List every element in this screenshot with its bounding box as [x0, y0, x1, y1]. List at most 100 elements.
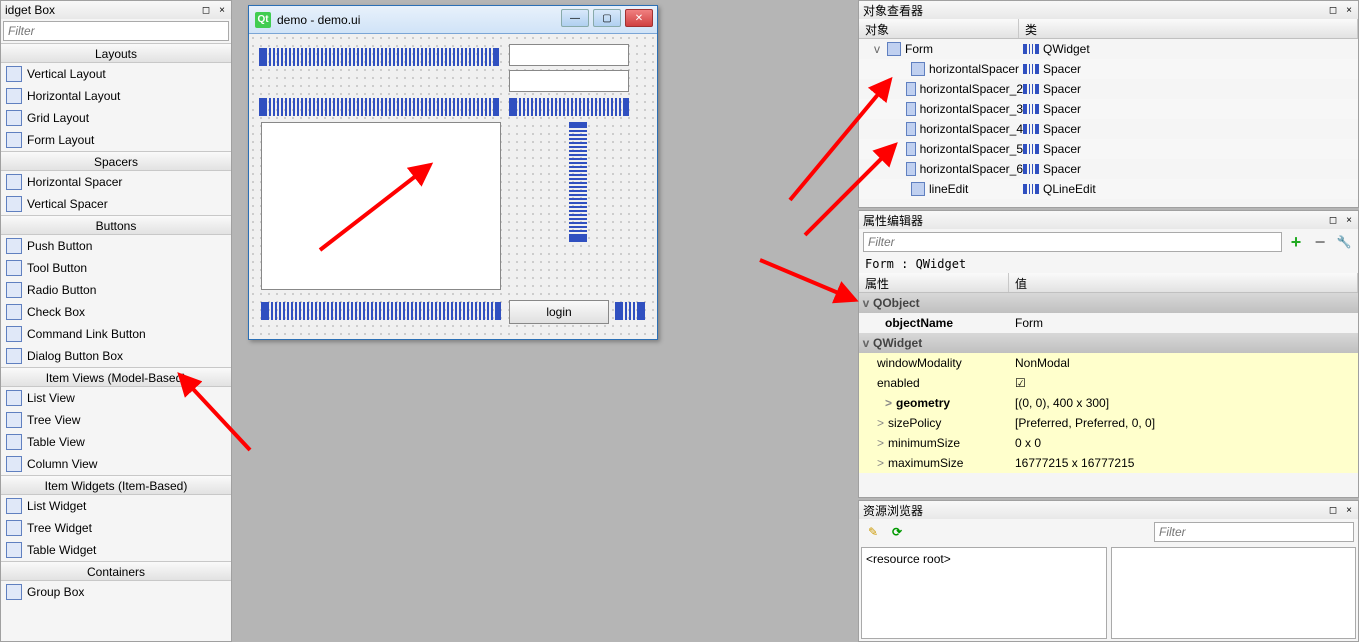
- dock-close-icon[interactable]: ×: [1342, 503, 1356, 517]
- property-editor-titlebar[interactable]: 属性编辑器 ◻ ×: [859, 211, 1358, 229]
- property-header-value[interactable]: 值: [1009, 273, 1358, 292]
- object-tree-row[interactable]: horizontalSpacer_2Spacer: [859, 79, 1358, 99]
- property-value[interactable]: [Preferred, Preferred, 0, 0]: [1009, 416, 1358, 430]
- property-row[interactable]: vQWidget: [859, 333, 1358, 353]
- widget-category[interactable]: Layouts: [1, 43, 231, 63]
- property-value[interactable]: 16777215 x 16777215: [1009, 456, 1358, 470]
- dock-float-icon[interactable]: ◻: [199, 3, 213, 17]
- property-row[interactable]: >minimumSize0 x 0: [859, 433, 1358, 453]
- property-row[interactable]: vQObject: [859, 293, 1358, 313]
- designer-form-window[interactable]: Qt demo - demo.ui — ▢ ✕ login: [248, 5, 658, 340]
- property-row[interactable]: enabled☑: [859, 373, 1358, 393]
- resource-filter-input[interactable]: [1154, 522, 1354, 542]
- widget-item[interactable]: List Widget: [1, 495, 231, 517]
- widget-item[interactable]: Form Layout: [1, 129, 231, 151]
- property-value[interactable]: ☑: [1009, 376, 1358, 390]
- widget-item[interactable]: Grid Layout: [1, 107, 231, 129]
- property-name[interactable]: >sizePolicy: [859, 416, 1009, 430]
- horizontal-spacer[interactable]: [259, 48, 499, 66]
- designer-titlebar[interactable]: Qt demo - demo.ui — ▢ ✕: [249, 6, 657, 34]
- property-value[interactable]: [(0, 0), 400 x 300]: [1009, 396, 1358, 410]
- dock-float-icon[interactable]: ◻: [1326, 3, 1340, 17]
- object-header-object[interactable]: 对象: [859, 19, 1019, 38]
- maximize-button[interactable]: ▢: [593, 9, 621, 27]
- property-name[interactable]: objectName: [859, 316, 1009, 330]
- property-row[interactable]: >maximumSize16777215 x 16777215: [859, 453, 1358, 473]
- object-tree-row[interactable]: horizontalSpacer_6Spacer: [859, 159, 1358, 179]
- widget-item[interactable]: Vertical Spacer: [1, 193, 231, 215]
- minimize-button[interactable]: —: [561, 9, 589, 27]
- widget-item[interactable]: Group Box: [1, 581, 231, 603]
- dock-close-icon[interactable]: ×: [1342, 213, 1356, 227]
- widget-item[interactable]: Table View: [1, 431, 231, 453]
- expand-icon[interactable]: v: [859, 336, 873, 350]
- dock-close-icon[interactable]: ×: [215, 3, 229, 17]
- object-inspector-titlebar[interactable]: 对象查看器 ◻ ×: [859, 1, 1358, 19]
- horizontal-spacer-2[interactable]: [259, 98, 499, 116]
- object-tree-header[interactable]: 对象 类: [859, 19, 1358, 39]
- property-filter-input[interactable]: [863, 232, 1282, 252]
- widget-box-filter-input[interactable]: [3, 21, 229, 41]
- widget-item[interactable]: Check Box: [1, 301, 231, 323]
- form-canvas[interactable]: login: [249, 34, 657, 339]
- widget-item[interactable]: Tree Widget: [1, 517, 231, 539]
- close-button[interactable]: ✕: [625, 9, 653, 27]
- widget-category[interactable]: Item Views (Model-Based): [1, 367, 231, 387]
- wrench-icon[interactable]: 🔧: [1334, 232, 1354, 252]
- object-tree[interactable]: vFormQWidgethorizontalSpacerSpacerhorizo…: [859, 39, 1358, 207]
- expand-icon[interactable]: v: [871, 42, 883, 56]
- text-edit[interactable]: [261, 122, 501, 290]
- property-name[interactable]: >maximumSize: [859, 456, 1009, 470]
- property-header[interactable]: 属性 值: [859, 273, 1358, 293]
- property-list[interactable]: vQObjectobjectNameFormvQWidgetwindowModa…: [859, 293, 1358, 497]
- property-value[interactable]: 0 x 0: [1009, 436, 1358, 450]
- dock-float-icon[interactable]: ◻: [1326, 213, 1340, 227]
- widget-item[interactable]: List View: [1, 387, 231, 409]
- widget-item[interactable]: Table Widget: [1, 539, 231, 561]
- horizontal-spacer-3[interactable]: [509, 98, 629, 116]
- horizontal-spacer-5[interactable]: [615, 302, 645, 320]
- object-header-class[interactable]: 类: [1019, 19, 1358, 38]
- login-button[interactable]: login: [509, 300, 609, 324]
- property-header-name[interactable]: 属性: [859, 273, 1009, 292]
- widget-item[interactable]: Tree View: [1, 409, 231, 431]
- expand-icon[interactable]: v: [859, 296, 873, 310]
- object-tree-row[interactable]: horizontalSpacerSpacer: [859, 59, 1358, 79]
- property-name[interactable]: >minimumSize: [859, 436, 1009, 450]
- widget-category[interactable]: Buttons: [1, 215, 231, 235]
- resource-browser-titlebar[interactable]: 资源浏览器 ◻ ×: [859, 501, 1358, 519]
- resource-tree[interactable]: <resource root>: [861, 547, 1107, 639]
- object-tree-row[interactable]: lineEditQLineEdit: [859, 179, 1358, 199]
- property-name[interactable]: windowModality: [859, 356, 1009, 370]
- object-tree-row[interactable]: vFormQWidget: [859, 39, 1358, 59]
- reload-icon[interactable]: ⟳: [887, 522, 907, 542]
- widget-category[interactable]: Spacers: [1, 151, 231, 171]
- widget-item[interactable]: Dialog Button Box: [1, 345, 231, 367]
- widget-item[interactable]: Horizontal Layout: [1, 85, 231, 107]
- widget-item[interactable]: Command Link Button: [1, 323, 231, 345]
- property-name[interactable]: enabled: [859, 376, 1009, 390]
- dock-float-icon[interactable]: ◻: [1326, 503, 1340, 517]
- add-property-icon[interactable]: +: [1286, 232, 1306, 252]
- widget-category[interactable]: Item Widgets (Item-Based): [1, 475, 231, 495]
- property-row[interactable]: windowModalityNonModal: [859, 353, 1358, 373]
- widget-box-list[interactable]: LayoutsVertical LayoutHorizontal LayoutG…: [1, 43, 231, 641]
- widget-box-title-bar[interactable]: idget Box ◻ ×: [1, 1, 231, 19]
- vertical-spacer[interactable]: [569, 122, 587, 242]
- widget-item[interactable]: Push Button: [1, 235, 231, 257]
- property-value[interactable]: NonModal: [1009, 356, 1358, 370]
- widget-item[interactable]: Vertical Layout: [1, 63, 231, 85]
- property-row[interactable]: >sizePolicy[Preferred, Preferred, 0, 0]: [859, 413, 1358, 433]
- property-name[interactable]: >geometry: [859, 396, 1009, 410]
- edit-resources-icon[interactable]: ✎: [863, 522, 883, 542]
- widget-item[interactable]: Tool Button: [1, 257, 231, 279]
- widget-item[interactable]: Radio Button: [1, 279, 231, 301]
- object-tree-row[interactable]: horizontalSpacer_4Spacer: [859, 119, 1358, 139]
- object-tree-row[interactable]: horizontalSpacer_3Spacer: [859, 99, 1358, 119]
- object-tree-row[interactable]: horizontalSpacer_5Spacer: [859, 139, 1358, 159]
- widget-item[interactable]: Column View: [1, 453, 231, 475]
- line-edit-1[interactable]: [509, 44, 629, 66]
- dock-close-icon[interactable]: ×: [1342, 3, 1356, 17]
- widget-item[interactable]: Horizontal Spacer: [1, 171, 231, 193]
- horizontal-spacer-4[interactable]: [261, 302, 501, 320]
